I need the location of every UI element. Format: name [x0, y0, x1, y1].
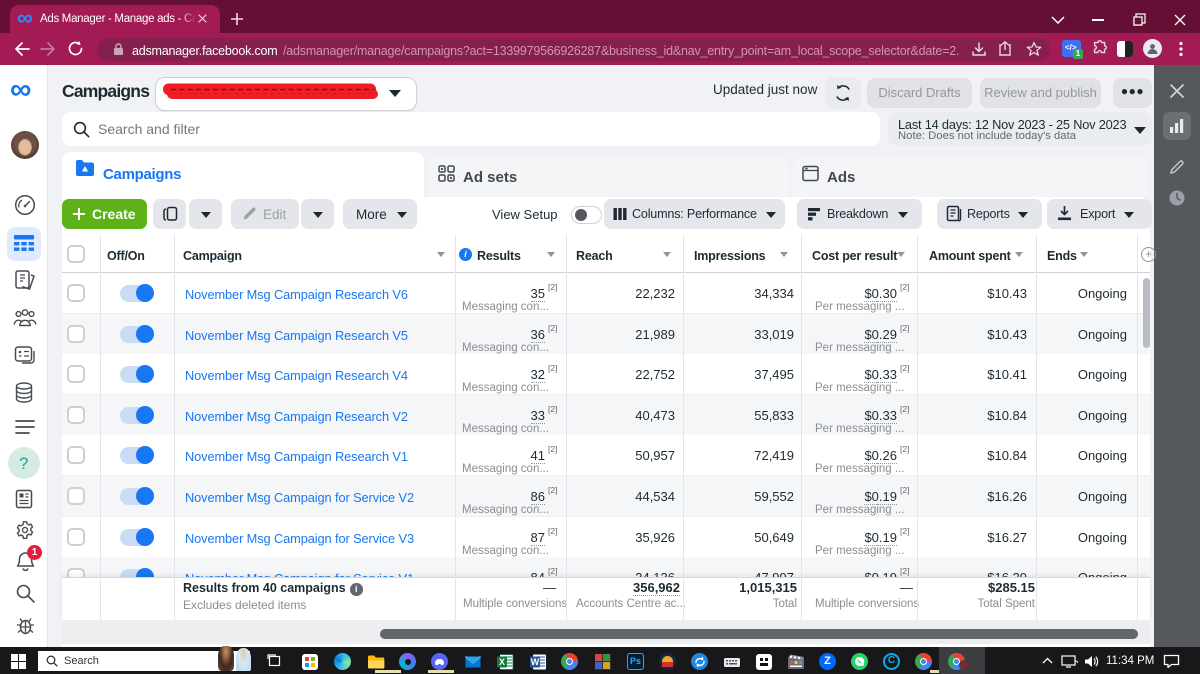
- svg-text:W: W: [531, 657, 540, 667]
- svg-text:X: X: [499, 657, 505, 667]
